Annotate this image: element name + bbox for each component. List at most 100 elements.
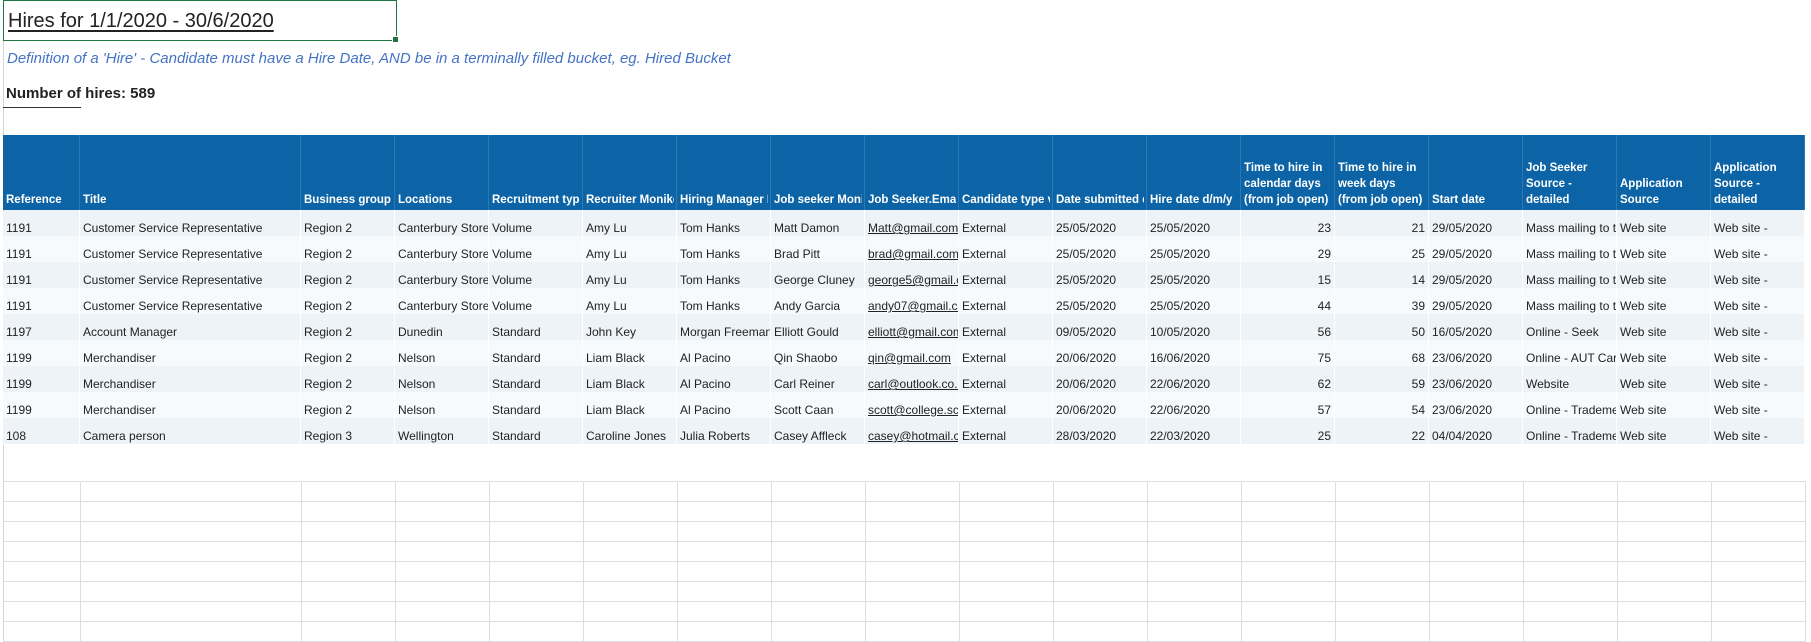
table-cell[interactable]: External bbox=[959, 210, 1053, 236]
table-cell[interactable]: Online - Trademe bbox=[1523, 418, 1617, 444]
table-cell[interactable]: Mass mailing to talent bbox=[1523, 262, 1617, 288]
column-header[interactable]: Recruiter Moniker bbox=[583, 135, 677, 210]
table-cell[interactable]: Online - AUT Careers bbox=[1523, 340, 1617, 366]
table-cell[interactable]: 16/06/2020 bbox=[1147, 340, 1241, 366]
table-cell[interactable]: 09/05/2020 bbox=[1053, 314, 1147, 340]
table-cell[interactable]: Online - Trademe bbox=[1523, 392, 1617, 418]
column-header[interactable]: Reference bbox=[3, 135, 80, 210]
column-header[interactable]: Title bbox=[80, 135, 301, 210]
table-cell[interactable]: Region 2 bbox=[301, 314, 395, 340]
column-header[interactable]: Date submitted d/m/y bbox=[1053, 135, 1147, 210]
table-cell[interactable]: 23 bbox=[1241, 210, 1335, 236]
table-cell[interactable]: Standard bbox=[489, 366, 583, 392]
email-link-cell[interactable]: andy07@gmail.com bbox=[865, 288, 959, 314]
table-cell[interactable]: Customer Service Representative bbox=[80, 236, 301, 262]
table-cell[interactable]: Mass mailing to talent bbox=[1523, 236, 1617, 262]
table-cell[interactable]: 22 bbox=[1335, 418, 1429, 444]
table-cell[interactable]: Wellington bbox=[395, 418, 489, 444]
fill-handle[interactable] bbox=[392, 36, 399, 43]
table-cell[interactable]: 25/05/2020 bbox=[1147, 210, 1241, 236]
table-cell[interactable]: Liam Black bbox=[583, 392, 677, 418]
table-cell[interactable]: Web site bbox=[1617, 340, 1711, 366]
table-cell[interactable]: Qin Shaobo bbox=[771, 340, 865, 366]
table-cell[interactable]: Canterbury Store bbox=[395, 288, 489, 314]
table-cell[interactable]: 04/04/2020 bbox=[1429, 418, 1523, 444]
table-cell[interactable]: Region 2 bbox=[301, 392, 395, 418]
table-cell[interactable]: External bbox=[959, 314, 1053, 340]
table-cell[interactable]: Merchandiser bbox=[80, 340, 301, 366]
table-cell[interactable]: Amy Lu bbox=[583, 288, 677, 314]
table-cell[interactable]: 62 bbox=[1241, 366, 1335, 392]
table-cell[interactable]: John Key bbox=[583, 314, 677, 340]
table-cell[interactable]: 1191 bbox=[3, 210, 80, 236]
table-cell[interactable]: Region 2 bbox=[301, 340, 395, 366]
table-row[interactable]: 1199 Merchandiser Region 2 Nelson Standard Li… bbox=[3, 340, 1805, 367]
table-cell[interactable]: Tom Hanks bbox=[677, 262, 771, 288]
table-cell[interactable]: Nelson bbox=[395, 366, 489, 392]
table-cell[interactable]: Tom Hanks bbox=[677, 288, 771, 314]
column-header[interactable]: Job seeker Moniker bbox=[771, 135, 865, 210]
table-cell[interactable]: Web site - bbox=[1711, 366, 1805, 392]
column-header[interactable]: Locations bbox=[395, 135, 489, 210]
table-cell[interactable]: Dunedin bbox=[395, 314, 489, 340]
table-cell[interactable]: Standard bbox=[489, 418, 583, 444]
table-cell[interactable]: Nelson bbox=[395, 392, 489, 418]
table-row[interactable]: 1191 Customer Service Representative Regio… bbox=[3, 210, 1805, 237]
table-cell[interactable]: Tom Hanks bbox=[677, 210, 771, 236]
table-cell[interactable]: External bbox=[959, 366, 1053, 392]
table-row[interactable]: 1199 Merchandiser Region 2 Nelson Standard Li… bbox=[3, 366, 1805, 393]
table-cell[interactable]: Web site bbox=[1617, 418, 1711, 444]
table-cell[interactable]: Web site bbox=[1617, 262, 1711, 288]
table-cell[interactable]: 25 bbox=[1335, 236, 1429, 262]
table-cell[interactable]: Matt Damon bbox=[771, 210, 865, 236]
table-row[interactable]: 108 Camera person Region 3 Wellington Standa… bbox=[3, 418, 1805, 445]
table-cell[interactable]: 108 bbox=[3, 418, 80, 444]
column-header[interactable]: Hire date d/m/y bbox=[1147, 135, 1241, 210]
table-row[interactable]: 1191 Customer Service Representative Regio… bbox=[3, 236, 1805, 263]
table-cell[interactable]: Web site - bbox=[1711, 392, 1805, 418]
table-cell[interactable]: Web site bbox=[1617, 210, 1711, 236]
table-cell[interactable]: 29/05/2020 bbox=[1429, 210, 1523, 236]
table-cell[interactable]: 25/05/2020 bbox=[1053, 236, 1147, 262]
table-cell[interactable]: 16/05/2020 bbox=[1429, 314, 1523, 340]
email-link-cell[interactable]: brad@gmail.com bbox=[865, 236, 959, 262]
table-cell[interactable]: 21 bbox=[1335, 210, 1429, 236]
table-cell[interactable]: Nelson bbox=[395, 340, 489, 366]
table-cell[interactable]: Brad Pitt bbox=[771, 236, 865, 262]
table-cell[interactable]: Web site bbox=[1617, 392, 1711, 418]
table-cell[interactable]: Web site bbox=[1617, 236, 1711, 262]
table-cell[interactable]: George Cluney bbox=[771, 262, 865, 288]
table-cell[interactable]: 22/06/2020 bbox=[1147, 366, 1241, 392]
column-header[interactable]: Start date bbox=[1429, 135, 1523, 210]
table-cell[interactable]: Morgan Freeman bbox=[677, 314, 771, 340]
table-cell[interactable]: 39 bbox=[1335, 288, 1429, 314]
table-cell[interactable]: Mass mailing to talent bbox=[1523, 288, 1617, 314]
table-cell[interactable]: 1199 bbox=[3, 366, 80, 392]
email-link-cell[interactable]: qin@gmail.com bbox=[865, 340, 959, 366]
table-cell[interactable]: Volume bbox=[489, 210, 583, 236]
selected-title-cell[interactable]: Hires for 1/1/2020 - 30/6/2020 bbox=[3, 0, 399, 43]
table-cell[interactable]: Mass mailing to talent bbox=[1523, 210, 1617, 236]
table-cell[interactable]: Web site bbox=[1617, 314, 1711, 340]
table-cell[interactable]: Region 3 bbox=[301, 418, 395, 444]
table-cell[interactable]: 20/06/2020 bbox=[1053, 366, 1147, 392]
table-cell[interactable]: 75 bbox=[1241, 340, 1335, 366]
table-cell[interactable]: Canterbury Store bbox=[395, 236, 489, 262]
table-cell[interactable]: Camera person bbox=[80, 418, 301, 444]
table-cell[interactable]: Online - Seek bbox=[1523, 314, 1617, 340]
table-cell[interactable]: Web site bbox=[1617, 288, 1711, 314]
table-cell[interactable]: 1191 bbox=[3, 236, 80, 262]
table-cell[interactable]: Julia Roberts bbox=[677, 418, 771, 444]
column-header[interactable]: Job Seeker Source - detailed bbox=[1523, 135, 1617, 210]
table-cell[interactable]: Merchandiser bbox=[80, 366, 301, 392]
table-cell[interactable]: Customer Service Representative bbox=[80, 262, 301, 288]
table-cell[interactable]: 25 bbox=[1241, 418, 1335, 444]
table-cell[interactable]: 50 bbox=[1335, 314, 1429, 340]
table-cell[interactable]: External bbox=[959, 288, 1053, 314]
table-cell[interactable]: Standard bbox=[489, 340, 583, 366]
table-cell[interactable]: External bbox=[959, 392, 1053, 418]
table-cell[interactable]: 25/05/2020 bbox=[1053, 210, 1147, 236]
table-cell[interactable]: 23/06/2020 bbox=[1429, 366, 1523, 392]
table-cell[interactable]: 22/06/2020 bbox=[1147, 392, 1241, 418]
table-cell[interactable]: 1191 bbox=[3, 288, 80, 314]
